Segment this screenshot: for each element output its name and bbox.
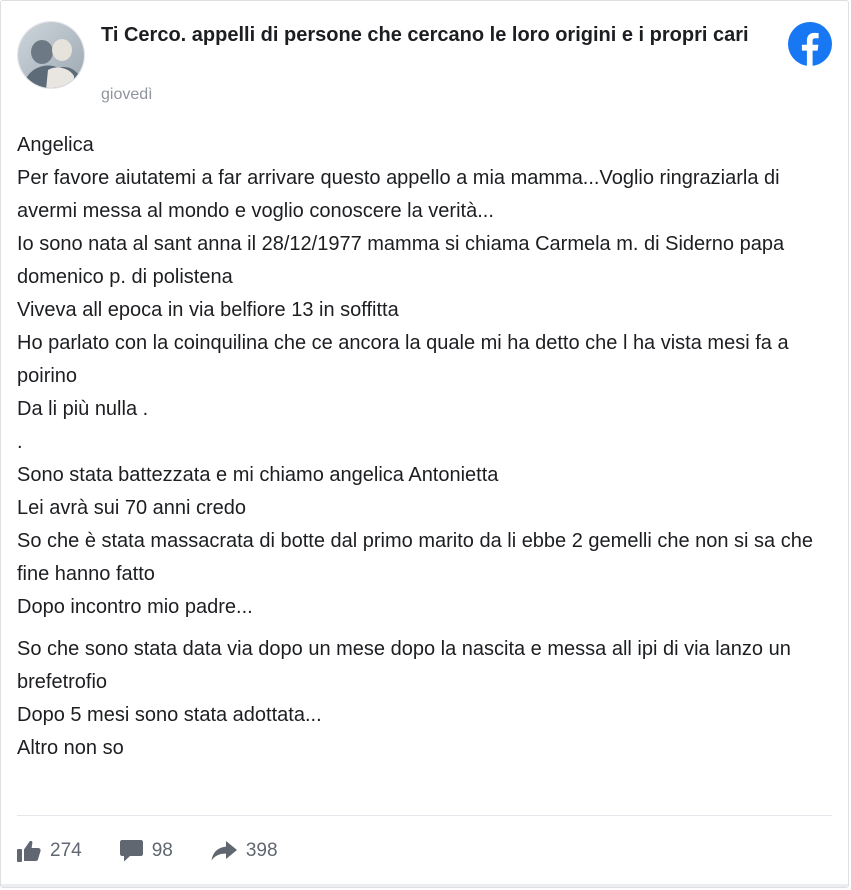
page-avatar[interactable] (17, 21, 85, 89)
post-text: Angelica Per favore aiutatemi a far arri… (17, 129, 837, 765)
post-text-line: Dopo incontro mio padre... (17, 596, 253, 618)
post-text-line: Viveva all epoca in via belfiore 13 in s… (17, 299, 399, 321)
post-text-line: Altro non so (17, 737, 124, 759)
post-text-line: Lei avrà sui 70 anni credo (17, 497, 247, 519)
card-bottom-edge (1, 884, 848, 887)
post-text-line: Io sono nata al sant anna il 28/12/1977 … (17, 233, 785, 288)
post-text-line: Sono stata battezzata e mi chiamo angeli… (17, 464, 499, 486)
share-button[interactable]: 398 (211, 840, 278, 862)
comment-count: 98 (151, 840, 173, 861)
post-text-line: Dopo 5 mesi sono stata adottata... (17, 704, 322, 726)
avatar-image (18, 22, 84, 88)
thumbs-up-icon (17, 840, 41, 862)
like-count: 274 (50, 840, 82, 861)
facebook-post-card: Ti Cerco. appelli di persone che cercano… (0, 0, 849, 888)
post-text-line: Da li più nulla . (17, 398, 149, 420)
post-text-line: So che è stata massacrata di botte dal p… (17, 530, 813, 585)
post-actions-bar: 274 98 398 (17, 835, 316, 867)
post-text-line: Per favore aiutatemi a far arrivare ques… (17, 167, 780, 222)
post-timestamp[interactable]: giovedì (101, 85, 153, 105)
page-name-link[interactable]: Ti Cerco. appelli di persone che cercano… (101, 21, 781, 50)
post-header: Ti Cerco. appelli di persone che cercano… (17, 17, 832, 113)
share-count: 398 (245, 840, 278, 861)
post-text-line: Ho parlato con la coinquilina che ce anc… (17, 332, 789, 387)
like-button[interactable]: 274 (17, 840, 82, 862)
share-arrow-icon (211, 841, 237, 861)
post-text-line: . (17, 431, 23, 453)
facebook-logo-icon[interactable] (788, 22, 832, 66)
post-text-line: So che sono stata data via dopo un mese … (17, 638, 791, 693)
comment-bubble-icon (119, 840, 143, 862)
actions-divider (17, 815, 832, 816)
post-text-line: Angelica (17, 134, 94, 156)
comment-button[interactable]: 98 (119, 840, 173, 862)
